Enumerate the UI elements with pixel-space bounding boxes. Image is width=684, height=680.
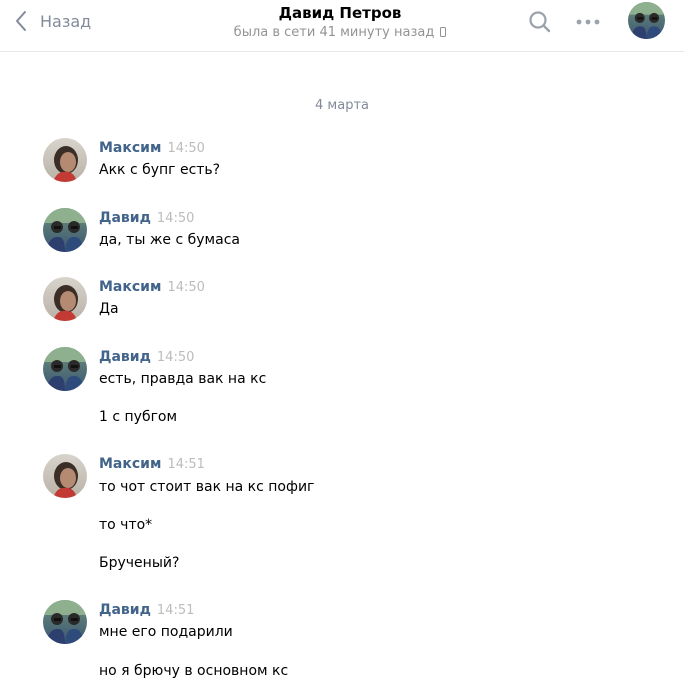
message-text: Брученый?: [99, 555, 180, 571]
chat-header: Назад Давид Петров была в сети 41 минуту…: [0, 0, 684, 52]
message-author[interactable]: Максим: [99, 140, 161, 156]
message-time[interactable]: 14:50: [167, 280, 204, 295]
message-author[interactable]: Максим: [99, 279, 161, 295]
online-status-text: была в сети 41 минуту назад: [233, 25, 435, 40]
message-header: Давид 14:50: [99, 347, 194, 367]
message-text: да, ты же с бумаса: [99, 232, 240, 248]
online-status: была в сети 41 минуту назад: [180, 24, 500, 42]
header-avatar[interactable]: [628, 2, 665, 39]
avatar[interactable]: [43, 138, 87, 182]
avatar[interactable]: [43, 347, 87, 391]
page-title[interactable]: Давид Петров: [180, 4, 500, 22]
message-header: Максим 14:50: [99, 277, 205, 297]
chevron-left-icon: [16, 11, 26, 31]
message-time[interactable]: 14:50: [167, 141, 204, 156]
message-text: мне его подарили: [99, 624, 233, 640]
message-text: 1 с пубгом: [99, 409, 178, 425]
message-text: то что*: [99, 517, 153, 533]
more-icon[interactable]: [574, 10, 602, 34]
avatar[interactable]: [43, 600, 87, 644]
message-author[interactable]: Давид: [99, 349, 151, 365]
message-author[interactable]: Максим: [99, 456, 161, 472]
chat-title-block[interactable]: Давид Петров была в сети 41 минуту назад: [180, 4, 500, 42]
message-header: Максим 14:50: [99, 138, 205, 158]
message-time[interactable]: 14:51: [157, 603, 194, 618]
message-text: Да: [99, 301, 119, 317]
message-text: Акк с бупг есть?: [99, 162, 221, 178]
date-separator: 4 марта: [315, 98, 369, 113]
message-author[interactable]: Давид: [99, 602, 151, 618]
message-text: но я брючу в основном кс: [99, 663, 289, 679]
message-header: Максим 14:51: [99, 454, 205, 474]
message-time[interactable]: 14:50: [157, 350, 194, 365]
message-time[interactable]: 14:51: [167, 457, 204, 472]
message-header: Давид 14:50: [99, 208, 194, 228]
message-time[interactable]: 14:50: [157, 211, 194, 226]
mobile-icon: [440, 27, 447, 37]
back-label: Назад: [40, 11, 92, 31]
back-button[interactable]: Назад: [10, 6, 91, 36]
avatar[interactable]: [43, 208, 87, 252]
message-author[interactable]: Давид: [99, 210, 151, 226]
message-text: то чот стоит вак на кс пофиг: [99, 479, 315, 495]
avatar[interactable]: [43, 277, 87, 321]
avatar[interactable]: [43, 454, 87, 498]
message-header: Давид 14:51: [99, 600, 194, 620]
search-icon[interactable]: [528, 10, 552, 34]
message-text: есть, правда вак на кс: [99, 371, 267, 387]
